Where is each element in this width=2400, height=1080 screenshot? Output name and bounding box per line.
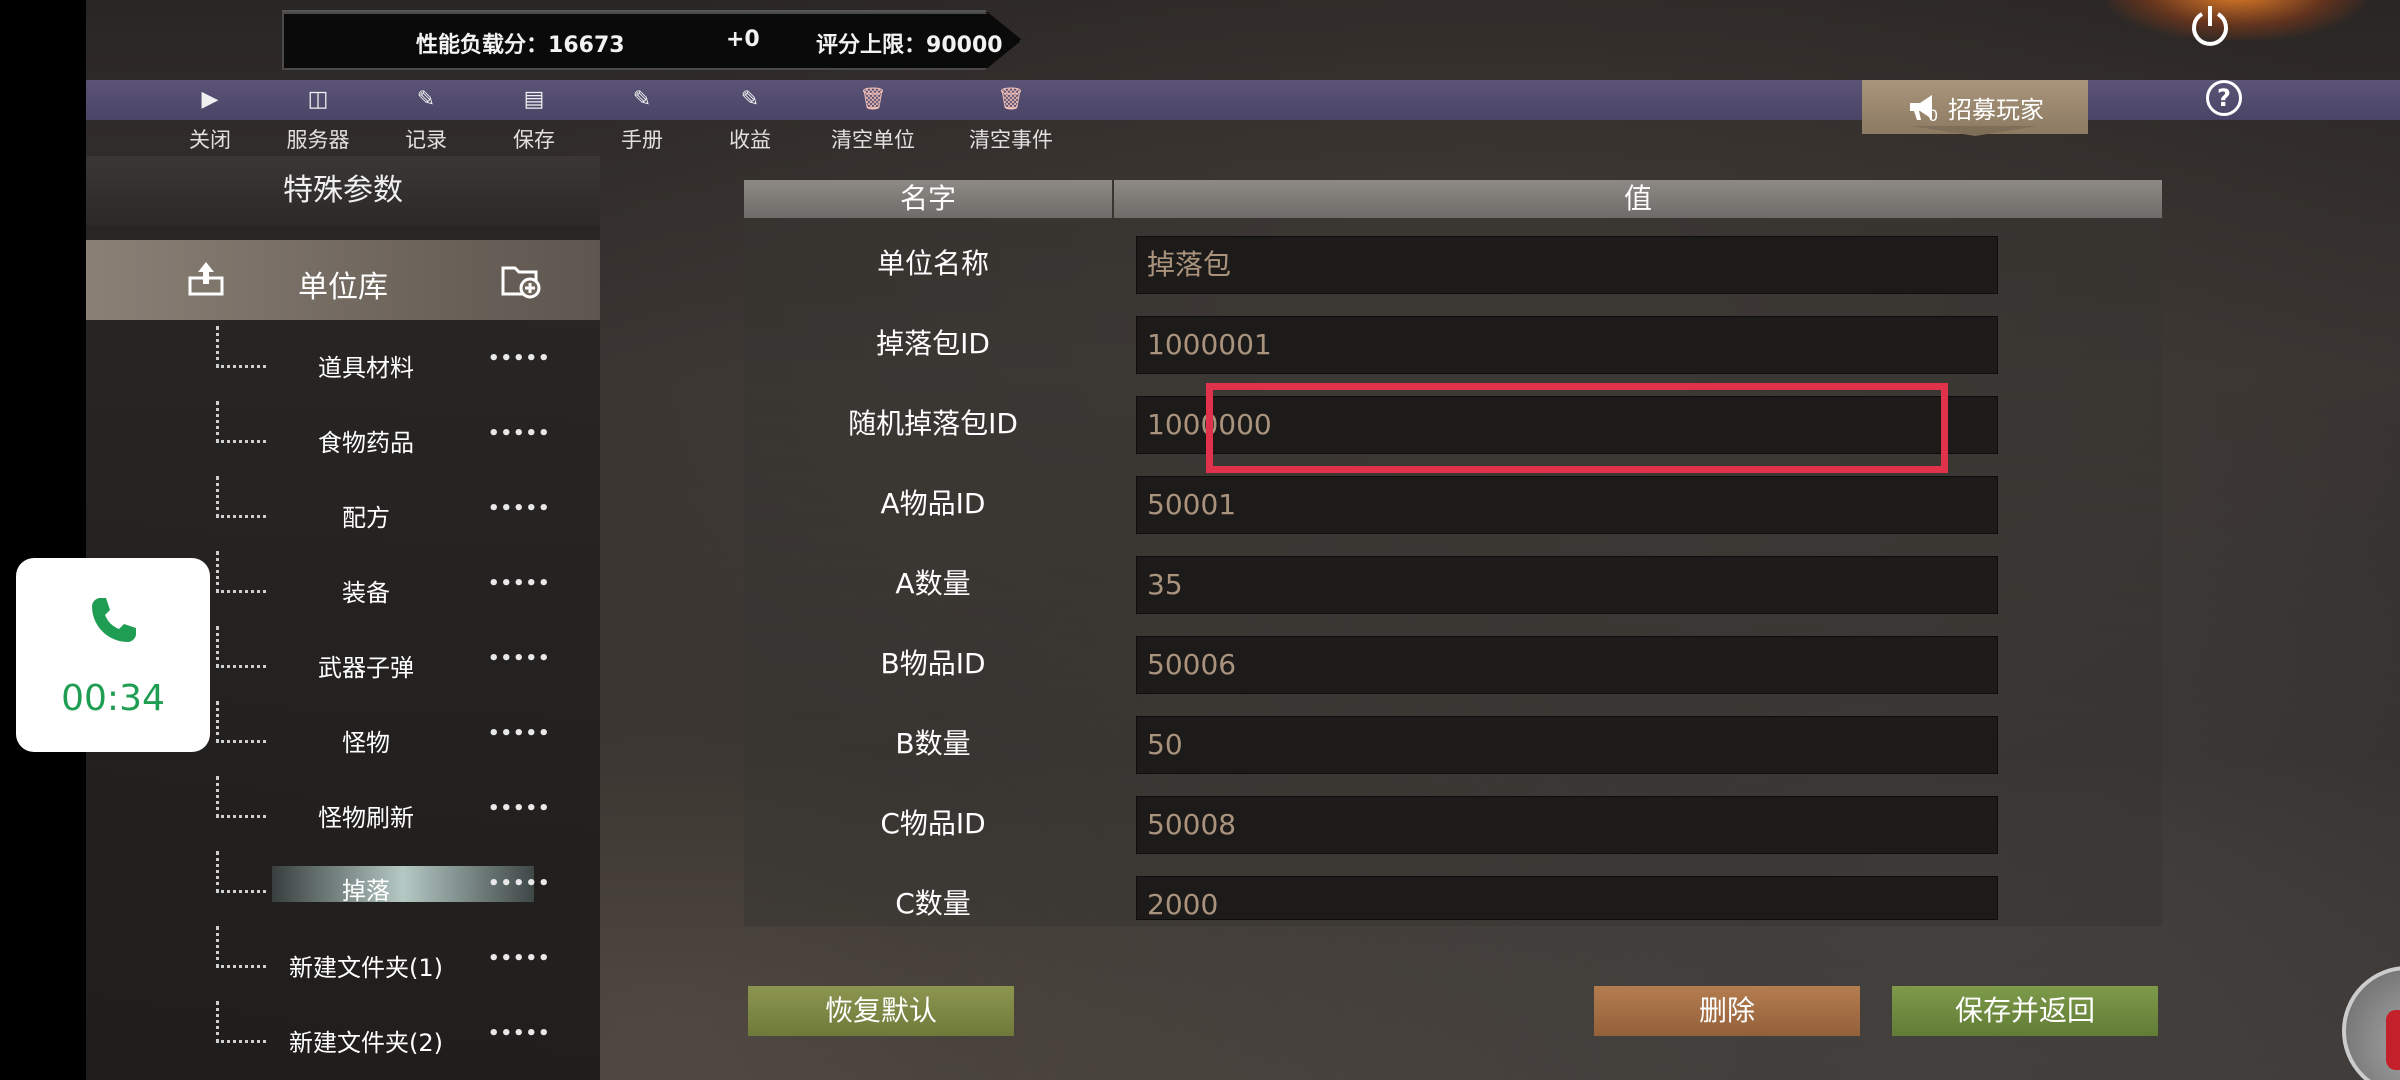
drag-handle-icon[interactable]: ••••• — [488, 423, 551, 444]
manual-button[interactable]: ✎ 手册 — [588, 84, 696, 154]
help-icon[interactable]: ? — [2206, 80, 2242, 116]
item-a-id-field[interactable]: 50001 — [1136, 476, 1998, 534]
drag-handle-icon[interactable]: ••••• — [488, 573, 551, 594]
add-folder-icon[interactable] — [500, 260, 542, 300]
drag-handle-icon[interactable]: ••••• — [488, 648, 551, 669]
edit-icon: ✎ — [416, 87, 436, 112]
floating-button[interactable] — [2342, 966, 2400, 1080]
save-button[interactable]: ▤ 保存 — [480, 84, 588, 154]
save-and-return-button[interactable]: 保存并返回 — [1892, 986, 2158, 1036]
edit-icon: ✎ — [740, 87, 760, 112]
load-score: 性能负载分：16673 — [416, 33, 625, 58]
row-label: C物品ID — [880, 807, 986, 840]
game-screen: 性能负载分：16673 +0 评分上限：90000 ▶ 关闭 ◫ 服务器 ✎ 记… — [86, 0, 2400, 1080]
toolbar: ▶ 关闭 ◫ 服务器 ✎ 记录 ▤ 保存 ✎ 手册 ✎ 收益 🗑 清空单位 🗑 — [156, 84, 1080, 154]
drag-handle-icon[interactable]: ••••• — [488, 873, 551, 894]
tree-item-food[interactable]: 食物药品 ••••• — [86, 401, 600, 461]
call-overlay[interactable]: 00:34 — [16, 558, 210, 752]
document-icon: ▤ — [523, 87, 545, 112]
clear-units-button[interactable]: 🗑 清空单位 — [804, 84, 942, 154]
tree-item-drop[interactable]: 掉落 ••••• — [86, 851, 600, 911]
row-label: A物品ID — [880, 487, 986, 520]
sidebar-title: 特殊参数 — [86, 156, 600, 226]
reset-default-button[interactable]: 恢复默认 — [748, 986, 1014, 1036]
cube-icon: ◫ — [307, 87, 329, 112]
record-button[interactable]: ✎ 记录 — [372, 84, 480, 154]
score-limit: 评分上限：90000 — [816, 33, 1003, 58]
phone-icon — [92, 598, 136, 642]
item-a-qty-field[interactable]: 35 — [1136, 556, 1998, 614]
edit-icon: ✎ — [632, 87, 652, 112]
row-label: B物品ID — [880, 647, 986, 680]
clear-events-button[interactable]: 🗑 清空事件 — [942, 84, 1080, 154]
tree-item-monster-spawn[interactable]: 怪物刷新 ••••• — [86, 776, 600, 836]
call-timer: 00:34 — [61, 678, 165, 719]
server-button[interactable]: ◫ 服务器 — [264, 84, 372, 154]
recruit-players-button[interactable]: 0 招募玩家 — [1862, 80, 2088, 134]
drag-handle-icon[interactable]: ••••• — [488, 348, 551, 369]
tree-item-new-folder-1[interactable]: 新建文件夹(1) ••••• — [86, 926, 600, 986]
recruit-count: 0 — [1928, 106, 1939, 125]
tree-item-recipe[interactable]: 配方 ••••• — [86, 476, 600, 536]
annotation-highlight-box — [1206, 383, 1948, 473]
row-label: 随机掉落包ID — [848, 407, 1018, 440]
row-label: 掉落包ID — [876, 327, 990, 360]
drag-handle-icon[interactable]: ••••• — [488, 498, 551, 519]
power-icon[interactable] — [2186, 2, 2234, 50]
close-button[interactable]: ▶ 关闭 — [156, 84, 264, 154]
unit-library-row[interactable]: 单位库 — [86, 240, 600, 320]
drag-handle-icon[interactable]: ••••• — [488, 1023, 551, 1044]
tree-item-props[interactable]: 道具材料 ••••• — [86, 326, 600, 386]
row-label: A数量 — [895, 567, 971, 600]
drop-pack-id-field[interactable]: 1000001 — [1136, 316, 1998, 374]
delete-button[interactable]: 删除 — [1594, 986, 1860, 1036]
unit-name-field[interactable]: 掉落包 — [1136, 236, 1998, 294]
row-label: C数量 — [895, 887, 971, 920]
fire-glow — [2106, 0, 2366, 40]
trash-icon: 🗑 — [859, 87, 887, 112]
drag-handle-icon[interactable]: ••••• — [488, 723, 551, 744]
score-delta: +0 — [726, 27, 760, 52]
row-label: 单位名称 — [876, 247, 989, 280]
tree-item-new-folder-2[interactable]: 新建文件夹(2) ••••• — [86, 1001, 600, 1061]
earnings-button[interactable]: ✎ 收益 — [696, 84, 804, 154]
item-c-qty-field[interactable]: 2000 — [1136, 876, 1998, 920]
item-c-id-field[interactable]: 50008 — [1136, 796, 1998, 854]
play-icon: ▶ — [201, 87, 219, 112]
params-table: 名字 值 单位名称 掉落包 掉落包ID 1000001 随机掉落包ID 1000… — [744, 180, 2162, 926]
trash-icon: 🗑 — [997, 87, 1025, 112]
drag-handle-icon[interactable]: ••••• — [488, 798, 551, 819]
item-b-id-field[interactable]: 50006 — [1136, 636, 1998, 694]
drag-handle-icon[interactable]: ••••• — [488, 948, 551, 969]
row-label: B数量 — [895, 727, 971, 760]
header-value: 值 — [1114, 180, 2162, 218]
header-name: 名字 — [744, 180, 1112, 218]
item-b-qty-field[interactable]: 50 — [1136, 716, 1998, 774]
